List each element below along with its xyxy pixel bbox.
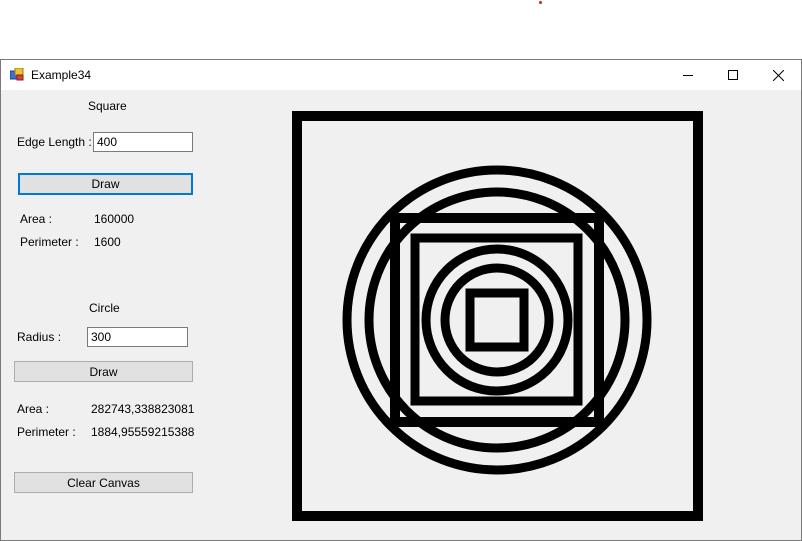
second-circle-shape bbox=[364, 187, 630, 453]
square-area-value: 160000 bbox=[94, 212, 135, 226]
close-button[interactable] bbox=[755, 60, 801, 90]
smallest-circle-shape bbox=[440, 263, 554, 377]
maximize-button[interactable] bbox=[710, 60, 756, 90]
square-area-label: Area : bbox=[20, 212, 53, 226]
center-square-shape bbox=[465, 288, 529, 352]
circle-perimeter-value: 1884,95559215388 bbox=[91, 425, 195, 439]
radius-input[interactable] bbox=[87, 327, 188, 347]
desktop-dot bbox=[539, 1, 542, 4]
close-icon bbox=[772, 69, 784, 81]
draw-square-button[interactable]: Draw bbox=[18, 173, 193, 195]
window-title: Example34 bbox=[31, 68, 92, 82]
square-perimeter-value: 1600 bbox=[94, 235, 121, 249]
draw-circle-button[interactable]: Draw bbox=[14, 361, 193, 382]
outer-square-shape bbox=[292, 111, 703, 521]
edge-length-input[interactable] bbox=[93, 132, 193, 152]
circle-perimeter-label: Perimeter : bbox=[17, 425, 76, 439]
square-perimeter-label: Perimeter : bbox=[20, 235, 79, 249]
circle-area-label: Area : bbox=[17, 402, 50, 416]
radius-label: Radius : bbox=[17, 330, 62, 344]
minimize-icon bbox=[683, 75, 693, 76]
maximize-icon bbox=[728, 70, 738, 80]
edge-length-label: Edge Length : bbox=[17, 135, 92, 149]
app-window: Example34 Square Edge Length : Draw Area… bbox=[0, 59, 802, 541]
inner-square-shape bbox=[410, 233, 583, 406]
app-icon bbox=[10, 68, 24, 81]
circle-heading: Circle bbox=[89, 301, 120, 315]
drawing-canvas bbox=[292, 111, 703, 521]
minimize-button[interactable] bbox=[665, 60, 711, 90]
title-bar[interactable]: Example34 bbox=[1, 60, 801, 90]
square-heading: Square bbox=[88, 99, 127, 113]
client-area: Square Edge Length : Draw Area : 160000 … bbox=[1, 90, 801, 540]
circle-area-value: 282743,338823081 bbox=[91, 402, 195, 416]
clear-canvas-button[interactable]: Clear Canvas bbox=[14, 472, 193, 493]
